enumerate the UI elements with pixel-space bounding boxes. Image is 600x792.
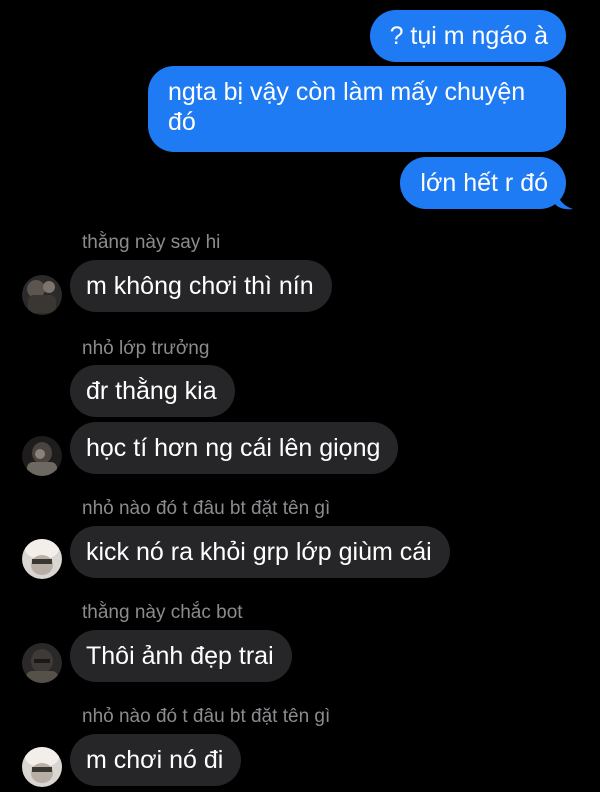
avatar[interactable] [22,275,62,315]
avatar-photo-icon [22,643,62,683]
received-message-text: kick nó ra khỏi grp lớp giùm cái [86,538,432,566]
avatar[interactable] [22,643,62,683]
received-message-bubble[interactable]: Thôi ảnh đẹp trai [70,630,292,682]
avatar[interactable] [22,436,62,476]
sender-name: thằng này chắc bot [82,602,243,623]
received-message-text: Thôi ảnh đẹp trai [86,642,274,670]
sent-message-bubble[interactable]: ngta bị vậy còn làm mấy chuyện đó [148,66,566,152]
avatar-photo-icon [22,747,62,787]
sent-message-text: lớn hết r đó [420,169,548,197]
sent-message-text: đó [168,108,196,136]
received-message-bubble[interactable]: đr thằng kia [70,365,235,417]
sender-name: nhỏ nào đó t đâu bt đặt tên gì [82,498,331,519]
avatar[interactable] [22,539,62,579]
received-message-text: m không chơi thì nín [86,272,314,300]
sent-message-bubble[interactable]: lớn hết r đó [400,157,566,209]
sender-name: nhỏ nào đó t đâu bt đặt tên gì [82,706,331,727]
received-message-text: m chơi nó đi [86,746,224,774]
sender-name: nhỏ lớp trưởng [82,338,210,359]
received-message-bubble[interactable]: m không chơi thì nín [70,260,332,312]
received-message-text: đr thằng kia [86,377,217,405]
received-message-bubble[interactable]: m chơi nó đi [70,734,242,786]
avatar-photo-icon [22,539,62,579]
avatar-photo-icon [22,275,62,315]
avatar-photo-icon [22,436,62,476]
received-message-bubble[interactable]: kick nó ra khỏi grp lớp giùm cái [70,526,450,578]
received-message-bubble[interactable]: học tí hơn ng cái lên giọng [70,422,399,474]
sender-name: thằng này say hi [82,232,221,253]
avatar[interactable] [22,747,62,787]
sent-message-text: ngta bị vậy còn làm mấy chuyện [168,78,526,106]
sent-bubble-tail [555,188,573,210]
received-message-text: học tí hơn ng cái lên giọng [86,434,381,462]
sent-message-text: ? tụi m ngáo à [389,22,548,50]
sent-message-bubble[interactable]: ? tụi m ngáo à [369,10,566,62]
